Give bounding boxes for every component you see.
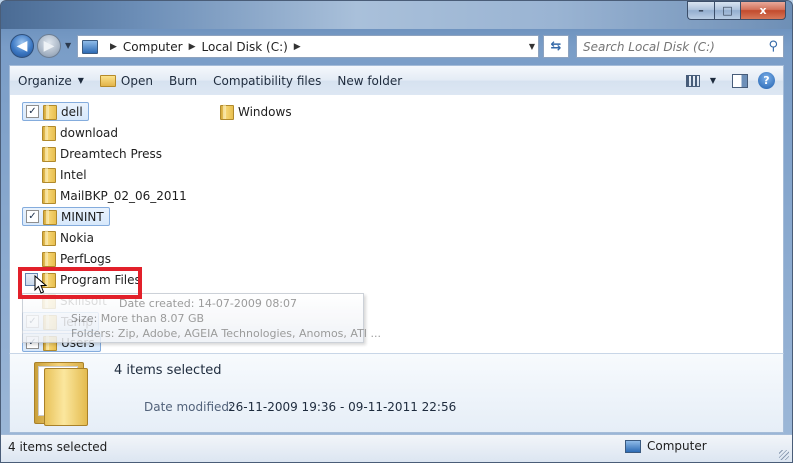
chevron-right-icon[interactable]: ▶: [110, 42, 117, 52]
new-folder-button[interactable]: New folder: [329, 69, 410, 93]
close-button[interactable]: x: [740, 1, 786, 20]
search-box[interactable]: ⚲: [576, 35, 784, 58]
folder-name: dell: [61, 104, 83, 119]
folder-name: MailBKP_02_06_2011: [60, 188, 187, 203]
folder-name: Dreamtech Press: [60, 146, 163, 161]
folder-stack-icon: [30, 358, 90, 428]
minimize-button[interactable]: –: [687, 1, 714, 20]
recent-pages-dropdown-icon[interactable]: ▼: [65, 41, 71, 50]
computer-icon: [82, 39, 98, 54]
selection-checkbox[interactable]: ✓: [26, 210, 39, 223]
status-bar: 4 items selected Computer: [1, 434, 792, 462]
caption-buttons: – □ x: [687, 1, 786, 20]
burn-button[interactable]: Burn: [161, 69, 205, 93]
breadcrumb-computer[interactable]: Computer: [123, 40, 183, 54]
breadcrumb-local-disk[interactable]: Local Disk (C:): [202, 40, 288, 54]
burn-label: Burn: [168, 73, 198, 88]
command-bar: Organize ▼ Open Burn Compatibility files…: [9, 65, 784, 95]
compatibility-files-button[interactable]: Compatibility files: [205, 69, 329, 93]
folder-item[interactable]: ✓ dell: [22, 102, 89, 121]
folder-icon: [41, 125, 56, 141]
refresh-icon: ⇆: [550, 39, 562, 54]
folder-item[interactable]: PerfLogs: [41, 249, 116, 268]
organize-label: Organize: [18, 73, 72, 88]
details-selection-count: 4 items selected: [114, 363, 222, 378]
folder-name: download: [60, 125, 119, 140]
folder-item[interactable]: Windows: [219, 102, 297, 121]
chevron-right-icon[interactable]: ▶: [294, 42, 301, 52]
folder-icon: [41, 146, 56, 162]
forward-button[interactable]: ▶: [37, 34, 61, 58]
folder-name: MININT: [61, 209, 104, 224]
chevron-down-icon: ▼: [77, 76, 84, 85]
details-date-label: Date modified:: [144, 400, 234, 414]
preview-pane-icon[interactable]: [732, 73, 748, 88]
title-bar: – □ x: [1, 1, 792, 29]
tooltip-size: Size: More than 8.07 GB: [71, 312, 205, 325]
folder-item[interactable]: Intel: [41, 165, 92, 184]
view-dropdown-icon[interactable]: ▼: [704, 69, 722, 93]
view-controls: ▼ ?: [682, 69, 783, 93]
folder-item[interactable]: download: [41, 123, 123, 142]
folder-item[interactable]: Nokia: [41, 228, 99, 247]
folder-icon: [41, 230, 56, 246]
navigation-bar: ◀ ▶ ▼ ▶ Computer ▶ Local Disk (C:) ▶ ▼ ⇆…: [1, 31, 792, 61]
folder-name: PerfLogs: [60, 251, 112, 266]
maximize-button[interactable]: □: [714, 1, 740, 20]
folder-name: Windows: [238, 104, 292, 119]
folder-item[interactable]: ✓ MININT: [22, 207, 110, 226]
folder-tooltip: Date created: 14-07-2009 08:07 Size: Mor…: [22, 293, 381, 343]
status-location: Computer: [625, 439, 707, 453]
back-button[interactable]: ◀: [10, 34, 34, 58]
details-date-value: 26-11-2009 19:36 - 09-11-2011 22:56: [228, 400, 457, 414]
folder-item[interactable]: MailBKP_02_06_2011: [41, 186, 192, 205]
tooltip-folders: Folders: Zip, Adobe, AGEIA Technologies,…: [71, 327, 382, 340]
refresh-button[interactable]: ⇆: [543, 35, 569, 58]
folder-name: Nokia: [60, 230, 94, 245]
search-input[interactable]: [583, 39, 763, 54]
resize-grip-icon[interactable]: [779, 450, 789, 460]
address-bar[interactable]: ▶ Computer ▶ Local Disk (C:) ▶ ▼: [77, 35, 539, 58]
file-list: ✓ dell download Dreamtech Press Intel MailBKP…: [9, 95, 784, 353]
compatibility-label: Compatibility files: [213, 73, 322, 88]
status-selection-count: 4 items selected: [8, 440, 108, 454]
chevron-right-icon[interactable]: ▶: [189, 42, 196, 52]
address-dropdown-icon[interactable]: ▼: [526, 42, 538, 51]
folder-icon: [42, 104, 57, 120]
computer-icon: [625, 439, 641, 453]
selection-checkbox[interactable]: ✓: [26, 105, 39, 118]
folder-icon: [42, 209, 57, 225]
folder-icon: [41, 167, 56, 183]
open-button[interactable]: Open: [92, 69, 161, 93]
change-view-icon[interactable]: [685, 74, 700, 87]
new-folder-label: New folder: [337, 73, 403, 88]
organize-button[interactable]: Organize ▼: [10, 69, 92, 93]
explorer-window: – □ x ◀ ▶ ▼ ▶ Computer ▶ Local Disk (C:)…: [0, 0, 793, 463]
folder-icon: [41, 251, 56, 267]
status-location-label: Computer: [647, 439, 707, 453]
open-label: Open: [120, 73, 153, 88]
tooltip-date-created: Date created: 14-07-2009 08:07: [119, 297, 298, 310]
folder-icon: [41, 188, 56, 204]
help-icon[interactable]: ?: [758, 72, 775, 89]
mouse-cursor-icon: [34, 275, 48, 294]
folder-icon: [219, 104, 234, 120]
folder-name: Intel: [60, 167, 87, 182]
details-pane: 4 items selected Date modified: 26-11-20…: [9, 353, 784, 433]
folder-item[interactable]: Dreamtech Press: [41, 144, 167, 163]
open-folder-icon: [99, 74, 116, 87]
search-icon[interactable]: ⚲: [768, 39, 778, 54]
